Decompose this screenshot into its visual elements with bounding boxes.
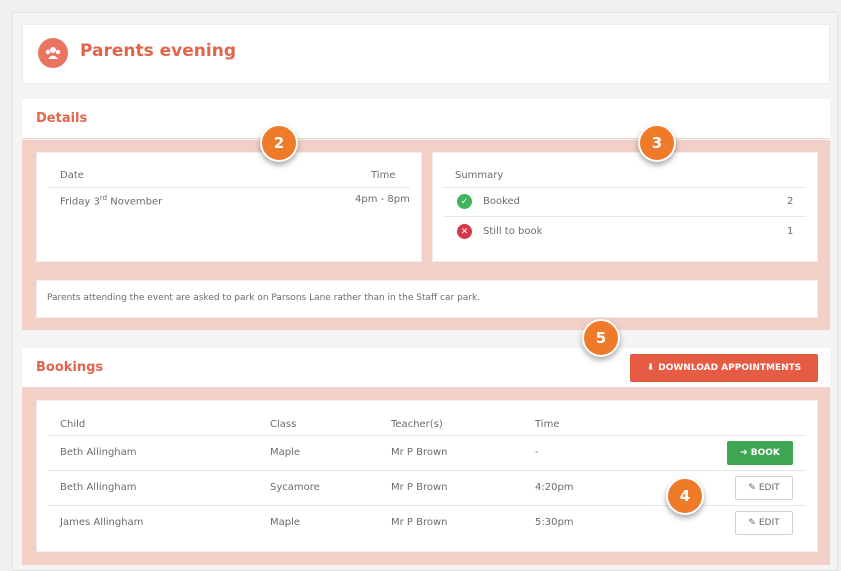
summary-label: Still to book [483,226,543,237]
download-icon: ⬇ [646,363,655,373]
table-cell-child: Beth Allingham [60,447,137,458]
date-value: Friday 3rd November [60,194,163,208]
table-cell-class: Maple [270,447,301,458]
book-button[interactable]: ➜ BOOK [727,441,793,465]
callout-badge: 5 [582,319,620,357]
page-title: Parents evening [80,41,236,61]
check-icon: ✓ [457,194,472,209]
column-header: Class [270,419,297,430]
table-cell-time: 4:20pm [535,482,574,493]
edit-button[interactable]: ✎ EDIT [735,511,793,535]
summary-card [432,152,818,262]
edit-icon: ✎ [748,518,756,528]
summary-count: 1 [787,226,794,237]
arrow-right-icon: ➜ [740,448,748,458]
download-appointments-button[interactable]: ⬇ DOWNLOAD APPOINTMENTS [630,354,818,382]
column-header: Teacher(s) [391,419,443,430]
date-label: Date [60,170,84,181]
summary-title: Summary [455,170,504,181]
details-title: Details [36,111,88,126]
bookings-title: Bookings [36,360,104,375]
summary-label: Booked [483,196,521,207]
divider [444,216,806,217]
table-cell-child: Beth Allingham [60,482,137,493]
callout-badge: 3 [638,124,676,162]
callout-badge: 2 [260,124,298,162]
table-cell-teacher: Mr P Brown [391,482,448,493]
table-cell-teacher: Mr P Brown [391,517,448,528]
divider [48,470,806,471]
time-value: 4pm - 8pm [355,194,410,205]
time-label: Time [371,170,396,181]
summary-count: 2 [787,196,794,207]
group-icon [38,38,68,68]
cross-icon: ✕ [457,224,472,239]
edit-button[interactable]: ✎ EDIT [735,476,793,500]
divider [48,435,806,436]
table-cell-class: Maple [270,517,301,528]
table-cell-child: James Allingham [60,517,144,528]
table-cell-class: Sycamore [270,482,320,493]
notice-text: Parents attending the event are asked to… [47,293,481,303]
callout-badge: 4 [666,477,704,515]
table-cell-time: - [535,447,539,458]
edit-icon: ✎ [748,483,756,493]
table-cell-teacher: Mr P Brown [391,447,448,458]
divider [444,187,806,188]
column-header: Time [535,419,560,430]
column-header: Child [60,419,86,430]
details-header [22,99,830,139]
table-cell-time: 5:30pm [535,517,574,528]
divider [48,187,410,188]
